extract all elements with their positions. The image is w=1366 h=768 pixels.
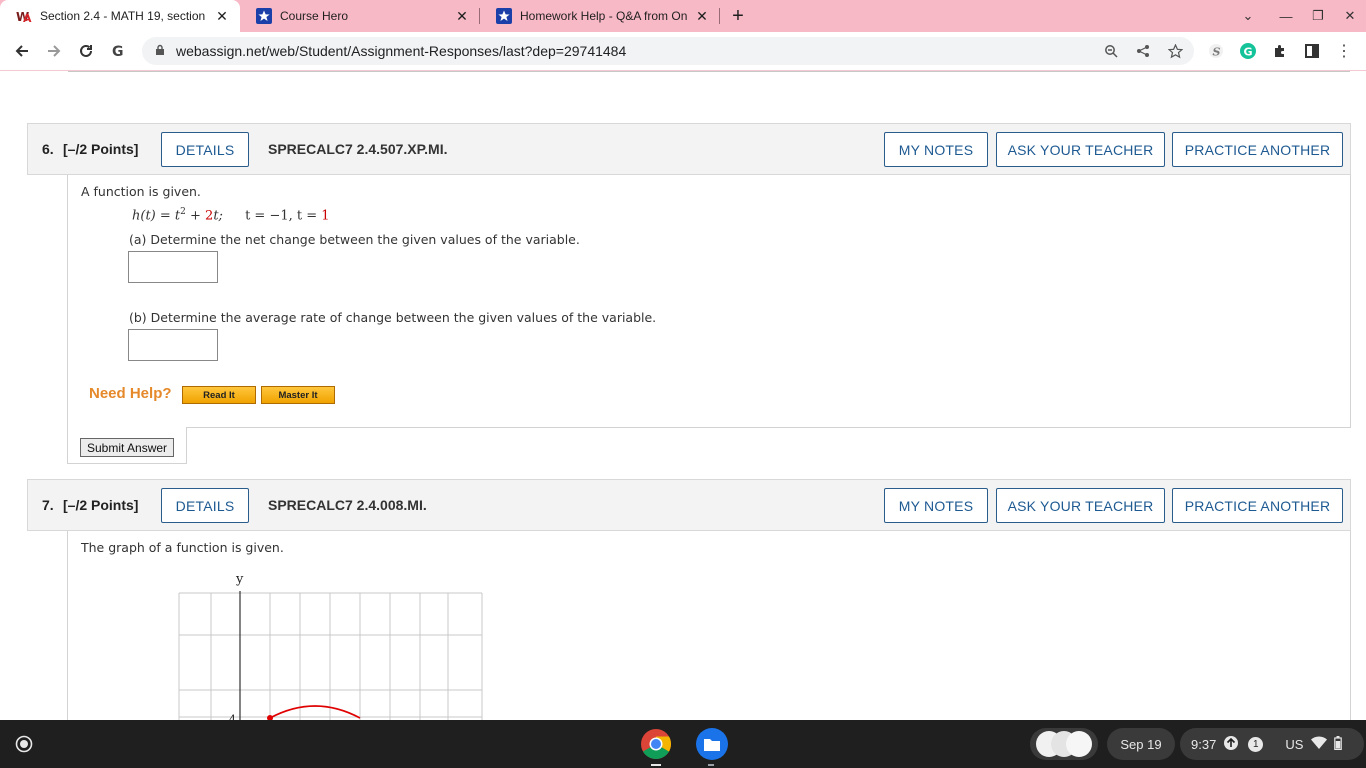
close-tab-icon[interactable]: ✕ [214,8,230,24]
master-it-button[interactable]: Master It [261,386,335,404]
course-hero-icon [496,8,512,24]
question-intro: A function is given. [81,184,201,199]
function-expression: h(t) = t2 + 2t; t = −1, t = 1 [132,207,330,224]
tab-strip: WA Section 2.4 - MATH 19, section 6 ✕ Co… [0,0,1366,32]
close-window-icon[interactable]: ✕ [1334,0,1366,32]
page-viewport: 6. [–/2 Points] DETAILS SPRECALC7 2.4.50… [0,71,1366,720]
svg-text:G: G [112,44,124,59]
submit-answer-button[interactable]: Submit Answer [80,438,175,457]
question-intro: The graph of a function is given. [81,540,284,555]
taskbar: Sep 19 9:37 1 US [0,720,1366,768]
launcher-icon[interactable] [10,730,38,758]
part-b-prompt: (b) Determine the average rate of change… [129,310,657,325]
lock-icon [154,43,166,59]
svg-text:G: G [1244,46,1253,59]
close-tab-icon[interactable]: ✕ [694,8,710,24]
tab-title: Course Hero [280,9,349,23]
ask-your-teacher-button[interactable]: ASK YOUR TEACHER [996,132,1165,167]
course-hero-icon [256,8,272,24]
wifi-icon [1311,736,1328,752]
function-graph: y 4 [178,572,483,720]
y-axis-label: y [235,572,244,587]
need-help-label: Need Help? [89,385,172,402]
ask-your-teacher-button[interactable]: ASK YOUR TEACHER [996,488,1165,523]
forward-icon[interactable] [40,37,68,65]
chrome-icon[interactable] [639,727,673,761]
date-pill[interactable]: Sep 19 [1107,728,1175,760]
files-running-indicator [708,764,714,766]
back-icon[interactable] [8,37,36,65]
details-button[interactable]: DETAILS [161,488,249,523]
locale-label: US [1285,736,1304,752]
side-panel-icon[interactable] [1298,37,1326,65]
address-bar[interactable]: webassign.net/web/Student/Assignment-Res… [142,37,1194,65]
part-a-answer-input[interactable] [128,251,218,283]
browser-toolbar: G webassign.net/web/Student/Assignment-R… [0,32,1366,71]
my-notes-button[interactable]: MY NOTES [884,132,988,167]
new-tab-button[interactable]: + [720,0,756,32]
menu-kebab-icon[interactable]: ⋮ [1330,37,1358,65]
function-curve [269,705,361,719]
question-points: [–/2 Points] [63,141,139,157]
question-number: 7. [42,497,54,513]
zoom-icon[interactable] [1102,42,1120,60]
google-icon[interactable]: G [104,37,132,65]
tab-homework-help[interactable]: Homework Help - Q&A from Onli ✕ [480,0,720,32]
tab-course-hero[interactable]: Course Hero ✕ [240,0,480,32]
svg-text:A: A [23,12,32,23]
close-tab-icon[interactable]: ✕ [454,8,470,24]
reload-icon[interactable] [72,37,100,65]
tab-search-icon[interactable]: ⌄ [1232,0,1264,32]
tab-title: Section 2.4 - MATH 19, section 6 [40,9,208,23]
question-7-header: 7. [–/2 Points] DETAILS SPRECALC7 2.4.00… [27,479,1351,531]
practice-another-button[interactable]: PRACTICE ANOTHER [1172,488,1343,523]
question-6-header: 6. [–/2 Points] DETAILS SPRECALC7 2.4.50… [27,123,1351,175]
tab-webassign[interactable]: WA Section 2.4 - MATH 19, section 6 ✕ [0,0,240,32]
read-it-button[interactable]: Read It [182,386,256,404]
notification-count-badge: 1 [1248,736,1264,752]
chrome-running-indicator [651,764,661,766]
status-area[interactable]: 9:37 1 US [1180,728,1364,760]
webassign-icon: WA [16,8,32,24]
extension-s-icon[interactable]: S [1202,37,1230,65]
part-a-prompt: (a) Determine the net change between the… [129,232,580,247]
y-tick-label: 4 [229,713,236,720]
details-button[interactable]: DETAILS [161,132,249,167]
part-b-answer-input[interactable] [128,329,218,361]
restore-icon[interactable]: ❐ [1302,0,1334,32]
question-points: [–/2 Points] [63,497,139,513]
share-icon[interactable] [1134,42,1152,60]
files-icon[interactable] [696,728,728,760]
tote-holding-space[interactable] [1030,728,1098,760]
practice-another-button[interactable]: PRACTICE ANOTHER [1172,132,1343,167]
my-notes-button[interactable]: MY NOTES [884,488,988,523]
tab-title: Homework Help - Q&A from Onli [520,9,688,23]
clock: 9:37 [1191,736,1217,752]
grammarly-icon[interactable]: G [1234,37,1262,65]
question-code: SPRECALC7 2.4.507.XP.MI. [268,141,448,157]
question-number: 6. [42,141,54,157]
question-code: SPRECALC7 2.4.008.MI. [268,497,427,513]
update-arrow-icon [1224,735,1239,753]
extensions-puzzle-icon[interactable] [1266,37,1294,65]
bookmark-star-icon[interactable] [1166,42,1184,60]
minimize-icon[interactable]: — [1270,0,1302,32]
svg-text:S: S [1213,46,1221,59]
url-text: webassign.net/web/Student/Assignment-Res… [176,43,627,59]
battery-icon [1334,735,1343,753]
